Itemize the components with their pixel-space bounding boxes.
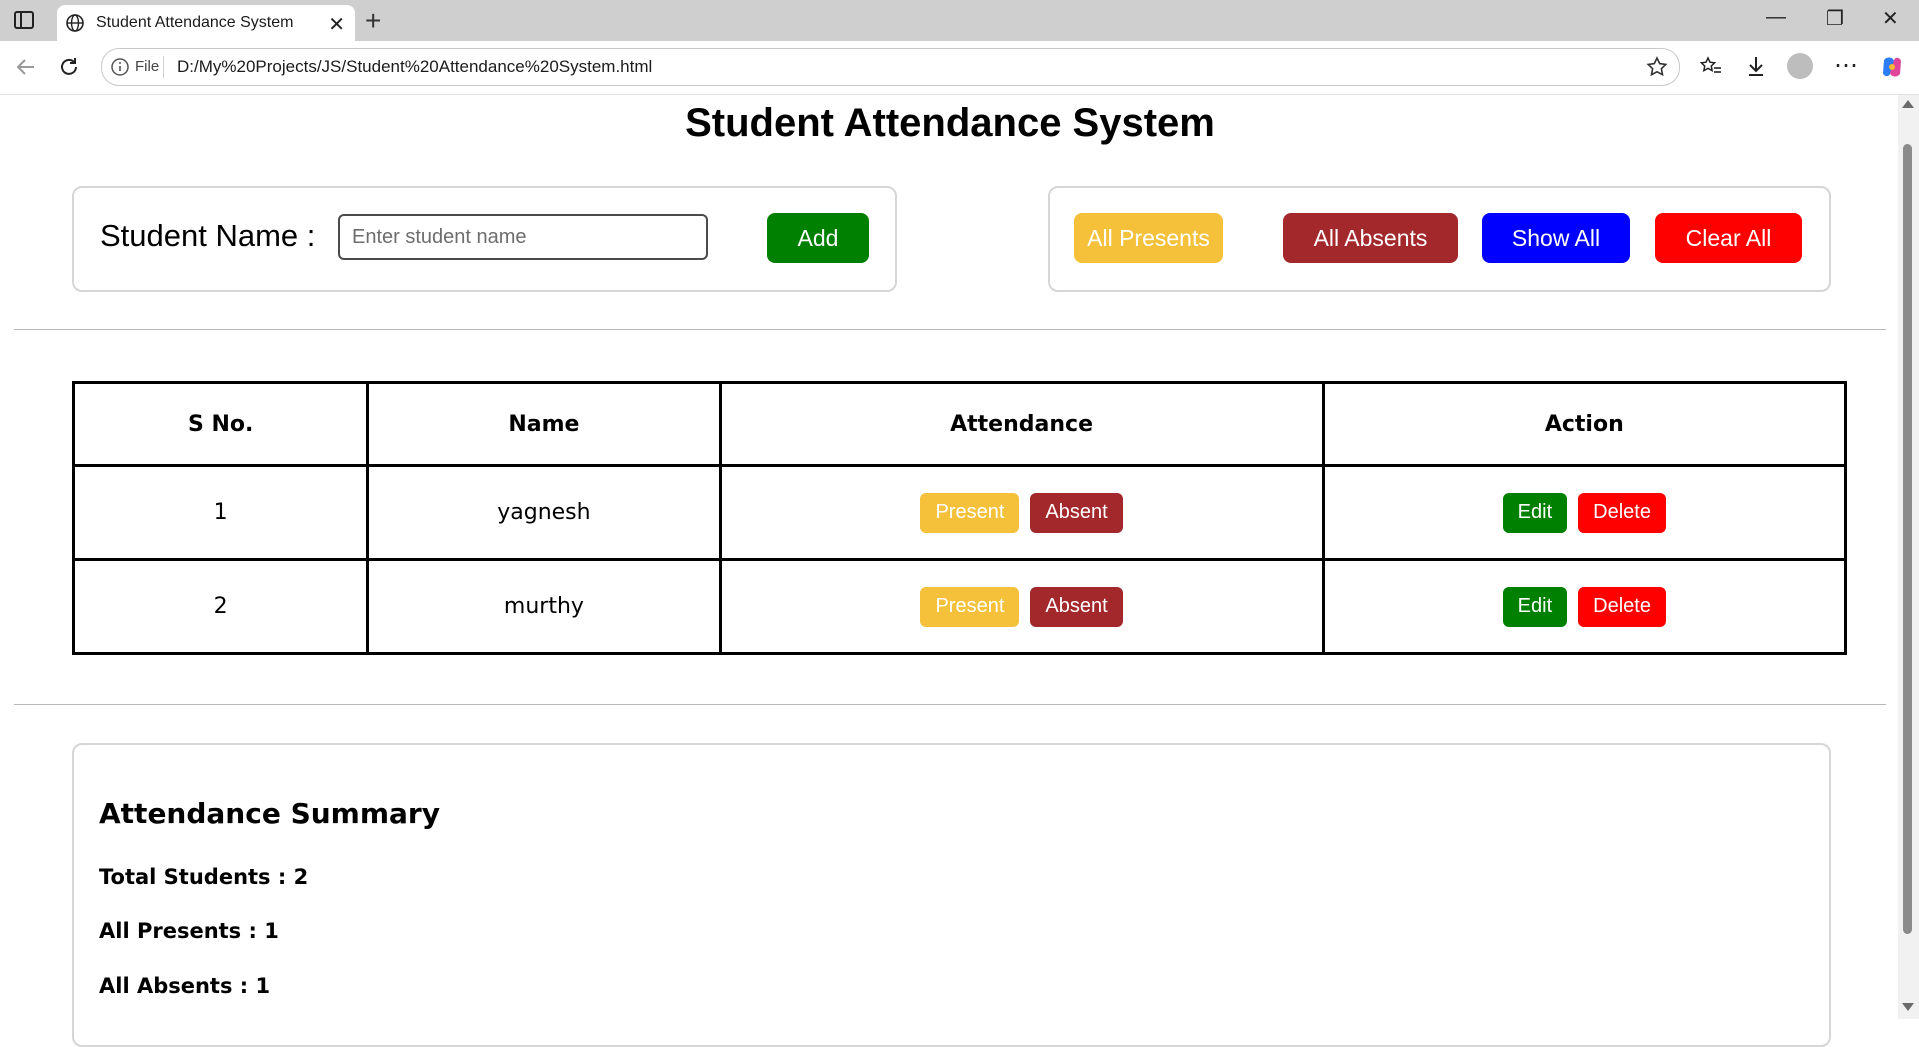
all-absents-text: All Absents : 1 bbox=[99, 974, 271, 998]
summary-heading: Attendance Summary bbox=[99, 797, 440, 830]
browser-titlebar: Student Attendance System ✕ + — ❐ ✕ bbox=[0, 0, 1919, 41]
present-button[interactable]: Present bbox=[920, 586, 1020, 627]
close-icon[interactable]: ✕ bbox=[328, 12, 345, 37]
address-separator bbox=[163, 56, 164, 78]
window-close-icon[interactable]: ✕ bbox=[1882, 6, 1899, 31]
sidebar-toggle-icon[interactable] bbox=[14, 11, 34, 29]
bulk-actions-panel: All Presents All Absents Show All Clear … bbox=[1048, 186, 1831, 292]
column-header: Action bbox=[1321, 381, 1848, 467]
all-absents-button[interactable]: All Absents bbox=[1283, 213, 1458, 263]
absent-button[interactable]: Absent bbox=[1030, 492, 1123, 533]
reload-icon[interactable] bbox=[57, 55, 81, 84]
add-student-panel: Student Name : Add bbox=[72, 186, 897, 292]
star-icon[interactable] bbox=[1645, 55, 1669, 84]
absent-button[interactable]: Absent bbox=[1030, 586, 1123, 627]
all-presents-button[interactable]: All Presents bbox=[1074, 213, 1223, 263]
scroll-up-icon[interactable] bbox=[1902, 100, 1914, 108]
serial-number-cell: 1 bbox=[71, 464, 370, 561]
download-icon[interactable] bbox=[1744, 54, 1768, 83]
total-students-text: Total Students : 2 bbox=[99, 865, 309, 889]
minimize-icon[interactable]: — bbox=[1766, 6, 1786, 29]
address-bar[interactable]: File D:/My%20Projects/JS/Student%20Atten… bbox=[101, 48, 1680, 86]
column-header: S No. bbox=[71, 381, 370, 467]
browser-toolbar: File D:/My%20Projects/JS/Student%20Atten… bbox=[0, 41, 1919, 95]
attendance-table: S No. Name Attendance Action 1 yagnesh P… bbox=[71, 381, 1848, 655]
attendance-cell: Present Absent bbox=[718, 464, 1325, 561]
delete-button[interactable]: Delete bbox=[1578, 586, 1666, 627]
present-button[interactable]: Present bbox=[920, 492, 1020, 533]
student-name-label: Student Name : bbox=[100, 218, 316, 253]
restore-icon[interactable]: ❐ bbox=[1826, 6, 1844, 31]
all-presents-text: All Presents : 1 bbox=[99, 919, 279, 943]
divider bbox=[14, 704, 1886, 705]
action-cell: Edit Delete bbox=[1321, 558, 1848, 655]
table-row: 1 yagnesh Present Absent Edit Delete bbox=[71, 464, 1848, 561]
address-url[interactable]: D:/My%20Projects/JS/Student%20Attendance… bbox=[177, 57, 652, 77]
more-icon[interactable]: ⋯ bbox=[1834, 51, 1858, 80]
address-protocol: File bbox=[135, 58, 160, 75]
page-title: Student Attendance System bbox=[685, 101, 1215, 145]
tab-title: Student Attendance System bbox=[96, 14, 294, 31]
plus-icon[interactable]: + bbox=[365, 5, 381, 37]
column-header: Name bbox=[366, 381, 722, 467]
column-header: Attendance bbox=[718, 381, 1325, 467]
scrollbar-thumb[interactable] bbox=[1903, 144, 1912, 934]
globe-icon bbox=[65, 13, 85, 38]
student-name-cell: murthy bbox=[366, 558, 722, 655]
divider bbox=[14, 329, 1886, 330]
edit-button[interactable]: Edit bbox=[1502, 492, 1568, 533]
profile-icon[interactable] bbox=[1787, 53, 1813, 79]
table-row: 2 murthy Present Absent Edit Delete bbox=[71, 558, 1848, 655]
action-cell: Edit Delete bbox=[1321, 464, 1848, 561]
scroll-down-icon[interactable] bbox=[1902, 1003, 1914, 1011]
attendance-summary-panel: Attendance Summary Total Students : 2 Al… bbox=[72, 743, 1831, 1047]
edit-button[interactable]: Edit bbox=[1502, 586, 1568, 627]
copilot-icon[interactable] bbox=[1879, 54, 1905, 85]
table-header-row: S No. Name Attendance Action bbox=[71, 381, 1848, 467]
student-name-cell: yagnesh bbox=[366, 464, 722, 561]
favorites-icon[interactable] bbox=[1699, 54, 1723, 83]
student-name-input[interactable] bbox=[338, 214, 708, 260]
add-button[interactable]: Add bbox=[767, 213, 869, 263]
serial-number-cell: 2 bbox=[71, 558, 370, 655]
attendance-cell: Present Absent bbox=[718, 558, 1325, 655]
show-all-button[interactable]: Show All bbox=[1482, 213, 1630, 263]
info-icon[interactable] bbox=[110, 57, 130, 82]
browser-tab[interactable]: Student Attendance System ✕ bbox=[57, 5, 355, 41]
delete-button[interactable]: Delete bbox=[1578, 492, 1666, 533]
clear-all-button[interactable]: Clear All bbox=[1655, 213, 1802, 263]
back-icon[interactable] bbox=[14, 55, 38, 84]
